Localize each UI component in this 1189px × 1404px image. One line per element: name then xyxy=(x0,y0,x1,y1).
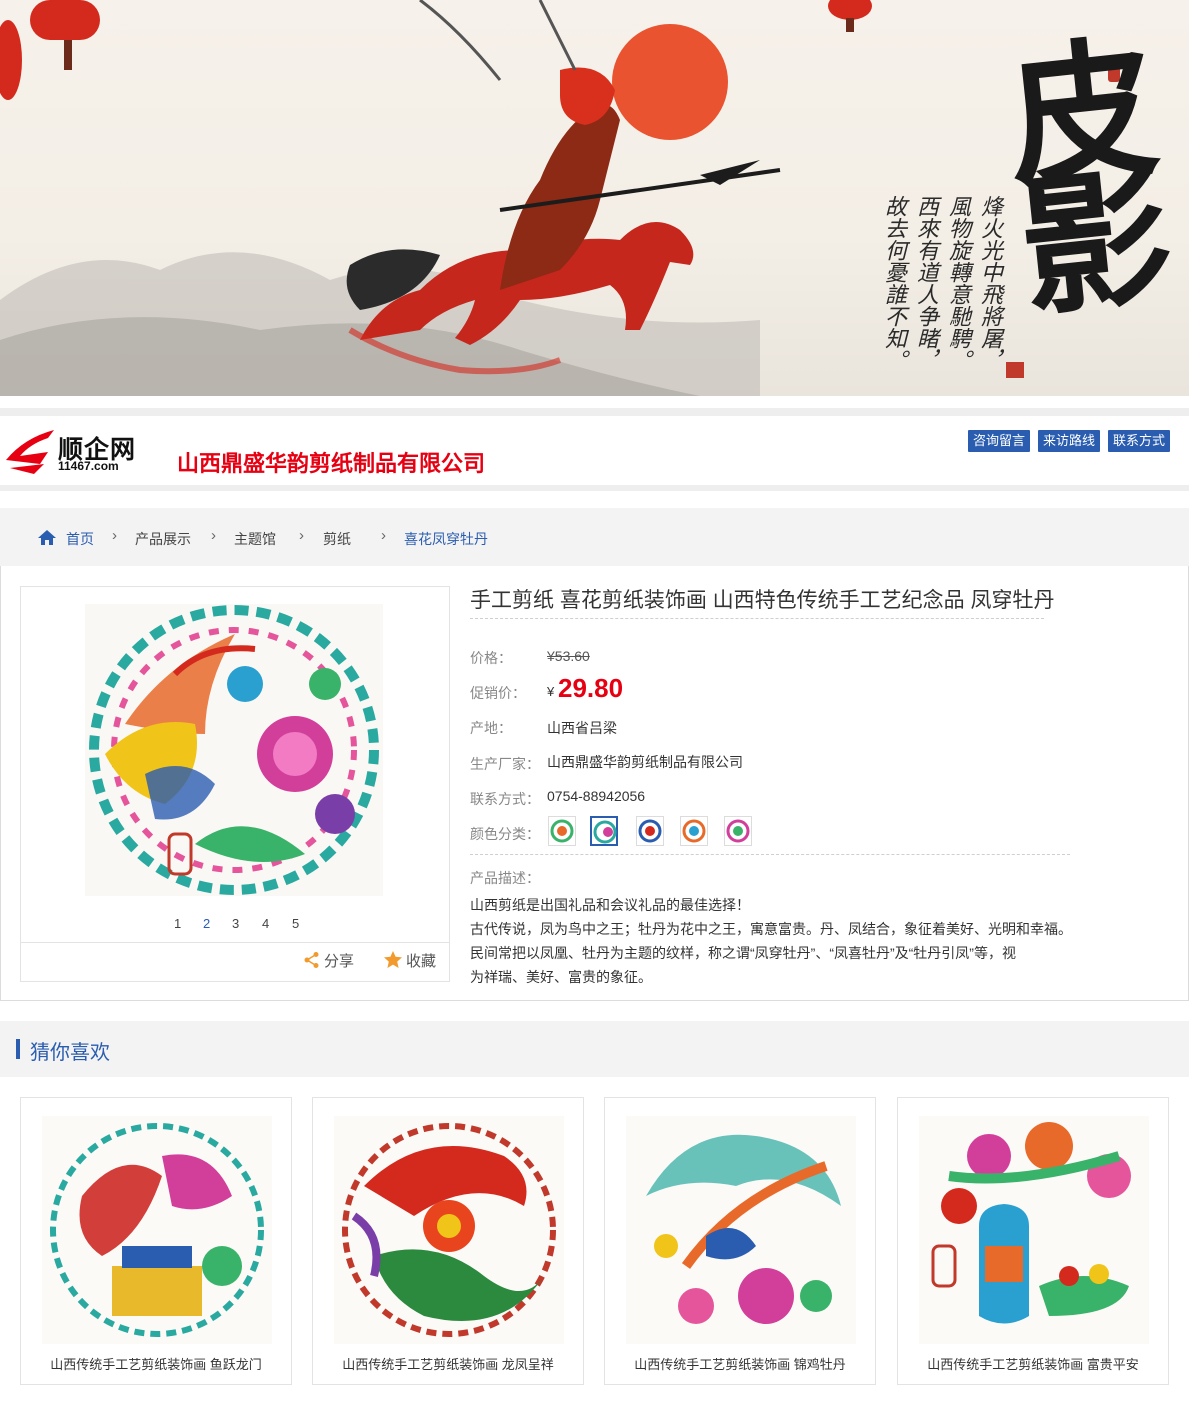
color-swatch-4[interactable] xyxy=(680,816,708,846)
banner-poem-line-2: 風物旋轉意馳騁。 xyxy=(945,195,970,371)
recommend-caption-2[interactable]: 山西传统手工艺剪纸装饰画 龙凤呈祥 xyxy=(313,1354,583,1373)
star-icon xyxy=(384,951,402,968)
origin-value: 山西省吕梁 xyxy=(547,720,617,736)
chevron-right-icon: › xyxy=(211,527,216,544)
origin-label: 产地： xyxy=(470,720,512,736)
share-icon xyxy=(304,952,319,968)
image-page-5[interactable]: 5 xyxy=(292,916,299,931)
recommend-header xyxy=(0,1021,1189,1077)
share-label: 分享 xyxy=(324,953,355,970)
image-divider xyxy=(21,942,449,943)
description-label: 产品描述： xyxy=(470,870,540,886)
recommend-image-2 xyxy=(334,1116,564,1344)
product-title: 手工剪纸 喜花剪纸装饰画 山西特色传统手工艺纪念品 凤穿牡丹 xyxy=(470,589,1055,612)
breadcrumb-current: 喜花凤穿牡丹 xyxy=(404,531,488,547)
maker-label: 生产厂家： xyxy=(470,756,540,772)
recommend-caption-4[interactable]: 山西传统手工艺剪纸装饰画 富贵平安 xyxy=(898,1354,1168,1373)
description-line-3: 民间常把以凤凰、牡丹为主题的纹样，称之谓“凤穿牡丹”、“凤喜牡丹”及“牡丹引凤”… xyxy=(470,945,1016,961)
banner-title: 皮影 xyxy=(973,26,1177,304)
visit-route-button[interactable]: 来访路线 xyxy=(1038,430,1101,452)
breadcrumb-theme[interactable]: 主题馆 xyxy=(234,529,276,549)
consult-message-button[interactable]: 咨询留言 xyxy=(968,430,1031,452)
recommend-title: 猜你喜欢 xyxy=(30,1042,110,1064)
color-swatch-1[interactable] xyxy=(548,816,576,846)
recommend-image-3 xyxy=(626,1116,856,1344)
color-label: 颜色分类： xyxy=(470,826,540,842)
description-line-1: 山西剪纸是出国礼品和会议礼品的最佳选择！ xyxy=(470,897,750,913)
recommend-accent xyxy=(16,1039,20,1059)
recommend-caption-1[interactable]: 山西传统手工艺剪纸装饰画 鱼跃龙门 xyxy=(21,1354,291,1373)
title-divider xyxy=(470,618,1044,619)
recommend-card-3[interactable]: 山西传统手工艺剪纸装饰画 锦鸡牡丹 xyxy=(604,1097,876,1385)
header-bottom-border xyxy=(0,485,1189,491)
contact-value: 0754-88942056 xyxy=(547,788,646,804)
banner-poem-line-4: 故去何憂誰不知。 xyxy=(881,195,906,371)
chevron-right-icon: › xyxy=(112,527,117,544)
recommend-card-4[interactable]: 山西传统手工艺剪纸装饰画 富贵平安 xyxy=(897,1097,1169,1385)
lantern-left xyxy=(0,0,100,100)
breadcrumb-papercut[interactable]: 剪纸 xyxy=(323,529,351,549)
image-page-4[interactable]: 4 xyxy=(262,916,269,931)
image-page-3[interactable]: 3 xyxy=(232,916,239,931)
contact-info-button[interactable]: 联系方式 xyxy=(1108,430,1171,452)
recommend-image-1 xyxy=(42,1116,272,1344)
lantern-right xyxy=(828,0,872,32)
promo-price-label: 促销价： xyxy=(470,685,526,701)
recommend-card-2[interactable]: 山西传统手工艺剪纸装饰画 龙凤呈祥 xyxy=(312,1097,584,1385)
home-icon[interactable] xyxy=(37,529,57,546)
recommend-card-1[interactable]: 山西传统手工艺剪纸装饰画 鱼跃龙门 xyxy=(20,1097,292,1385)
chevron-right-icon: › xyxy=(299,527,304,544)
image-page-2[interactable]: 2 xyxy=(203,916,210,931)
color-swatch-3[interactable] xyxy=(636,816,664,846)
description-divider xyxy=(470,854,1070,855)
header-top-border xyxy=(0,408,1189,416)
promo-price: 29.80 xyxy=(558,673,624,703)
share-button[interactable]: 分享 xyxy=(303,950,354,971)
product-description: 山西剪纸是出国礼品和会议礼品的最佳选择！ 古代传说，凤为鸟中之王；牡丹为花中之王… xyxy=(470,893,1080,989)
favorite-button[interactable]: 收藏 xyxy=(383,950,436,971)
description-line-2: 古代传说，凤为鸟中之王；牡丹为花中之王，寓意富贵。丹、凤结合，象征着美好、光明和… xyxy=(470,921,1072,937)
original-price: ¥53.60 xyxy=(547,648,590,664)
promo-currency: ¥ xyxy=(547,684,555,699)
banner-poem-line-3: 西來有道人争睹， xyxy=(913,195,938,371)
logo-url[interactable]: 11467.com xyxy=(58,459,119,473)
product-main-image[interactable] xyxy=(85,604,383,896)
favorite-label: 收藏 xyxy=(406,953,437,970)
breadcrumb-home[interactable]: 首页 xyxy=(66,529,94,549)
sun xyxy=(612,24,728,140)
color-swatch-5[interactable] xyxy=(724,816,752,846)
image-page-1[interactable]: 1 xyxy=(174,916,181,931)
banner-poem-line-1: 烽火光中飛將屠， xyxy=(977,195,1002,371)
color-swatch-2[interactable] xyxy=(590,816,618,846)
maker-value: 山西鼎盛华韵剪纸制品有限公司 xyxy=(547,754,743,770)
price-label: 价格： xyxy=(470,650,512,666)
seal-bottom xyxy=(1006,362,1024,378)
recommend-image-4 xyxy=(919,1116,1149,1344)
chevron-right-icon: › xyxy=(381,527,386,544)
description-line-4: 为祥瑞、美好、富贵的象征。 xyxy=(470,969,652,985)
breadcrumb-products[interactable]: 产品展示 xyxy=(135,529,191,549)
recommend-caption-3[interactable]: 山西传统手工艺剪纸装饰画 锦鸡牡丹 xyxy=(605,1354,875,1373)
contact-label: 联系方式： xyxy=(470,791,540,807)
banner: 皮影 烽火光中飛將屠， 風物旋轉意馳騁。 西來有道人争睹， 故去何憂誰不知。 xyxy=(0,0,1189,396)
company-name[interactable]: 山西鼎盛华韵剪纸制品有限公司 xyxy=(177,446,485,478)
